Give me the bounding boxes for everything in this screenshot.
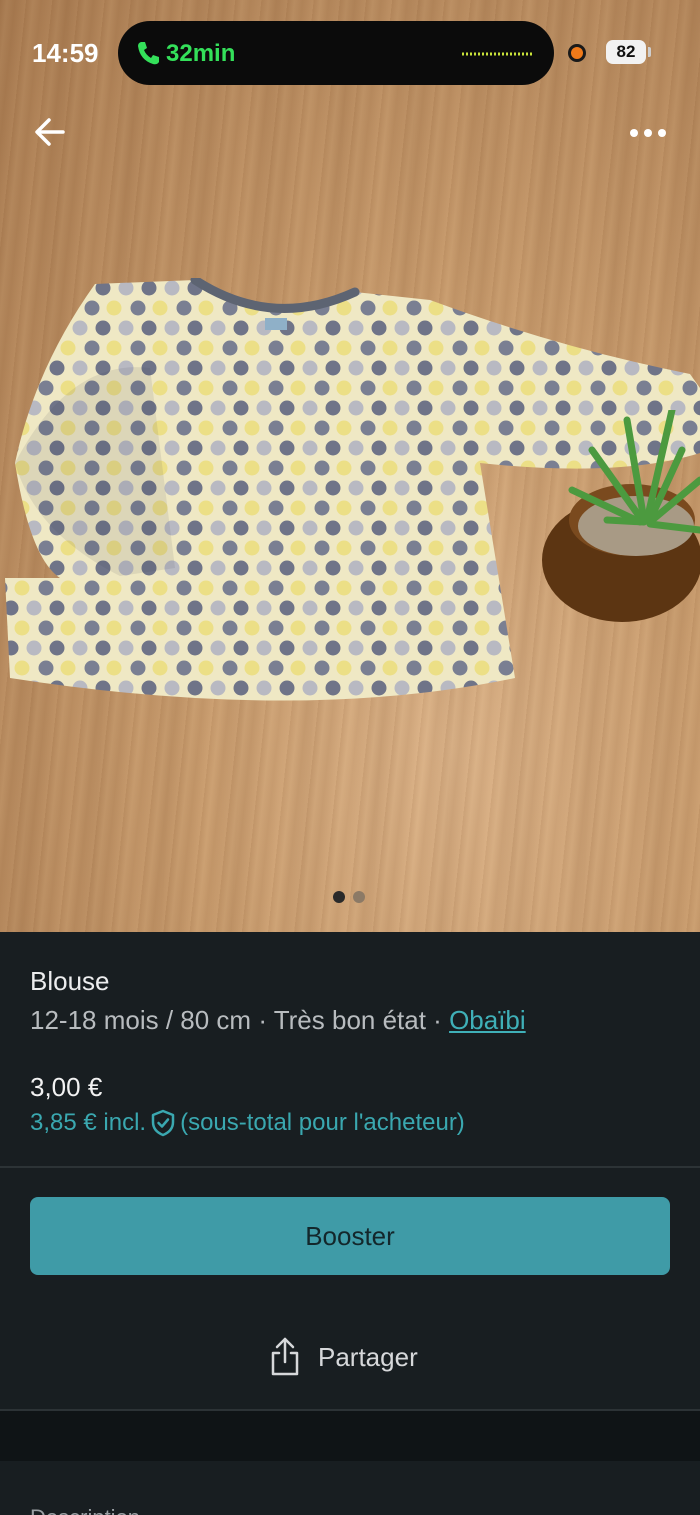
dynamic-island-call[interactable]: 32min (118, 21, 554, 85)
more-options-button[interactable] (624, 118, 672, 148)
share-label: Partager (318, 1341, 418, 1372)
recording-indicator-icon (568, 44, 586, 62)
arrow-left-icon (35, 118, 65, 146)
carousel-dot[interactable] (353, 891, 365, 903)
item-title: Blouse (30, 966, 110, 996)
buyer-price-info[interactable]: 3,85 € incl. (sous-total pour l'acheteur… (30, 1109, 465, 1137)
battery-icon: 82 (606, 40, 646, 64)
carousel-page-indicator (333, 891, 365, 903)
back-button[interactable] (30, 112, 70, 152)
price-incl-value: 3,85 € incl. (30, 1109, 147, 1136)
brand-link[interactable]: Obaïbi (449, 1005, 526, 1035)
more-horizontal-icon (630, 129, 666, 137)
share-button[interactable]: Partager (268, 1332, 418, 1382)
item-price: 3,00 € (30, 1072, 103, 1102)
section-divider (0, 1166, 700, 1168)
booster-button[interactable]: Booster (30, 1197, 670, 1275)
phone-icon (138, 42, 159, 65)
status-bar-time: 14:59 (32, 38, 99, 68)
audio-waveform-icon (462, 52, 534, 56)
item-size-condition: 12-18 mois / 80 cm · Très bon état · (30, 1005, 450, 1035)
description-heading: Description (30, 1505, 140, 1515)
product-photo-carousel[interactable]: 14:59 32min 82 (0, 0, 700, 932)
product-photo-plant (542, 410, 700, 622)
share-icon (271, 1337, 299, 1376)
item-meta: 12-18 mois / 80 cm · Très bon état · Oba… (30, 1005, 526, 1036)
battery-tip (648, 47, 651, 57)
section-gap (0, 1411, 700, 1461)
call-duration: 32min (166, 40, 236, 67)
price-incl-note: (sous-total pour l'acheteur) (180, 1109, 465, 1136)
carousel-dot-active[interactable] (333, 891, 345, 903)
description-section: Description (0, 1461, 700, 1515)
shield-check-icon (151, 1109, 175, 1137)
